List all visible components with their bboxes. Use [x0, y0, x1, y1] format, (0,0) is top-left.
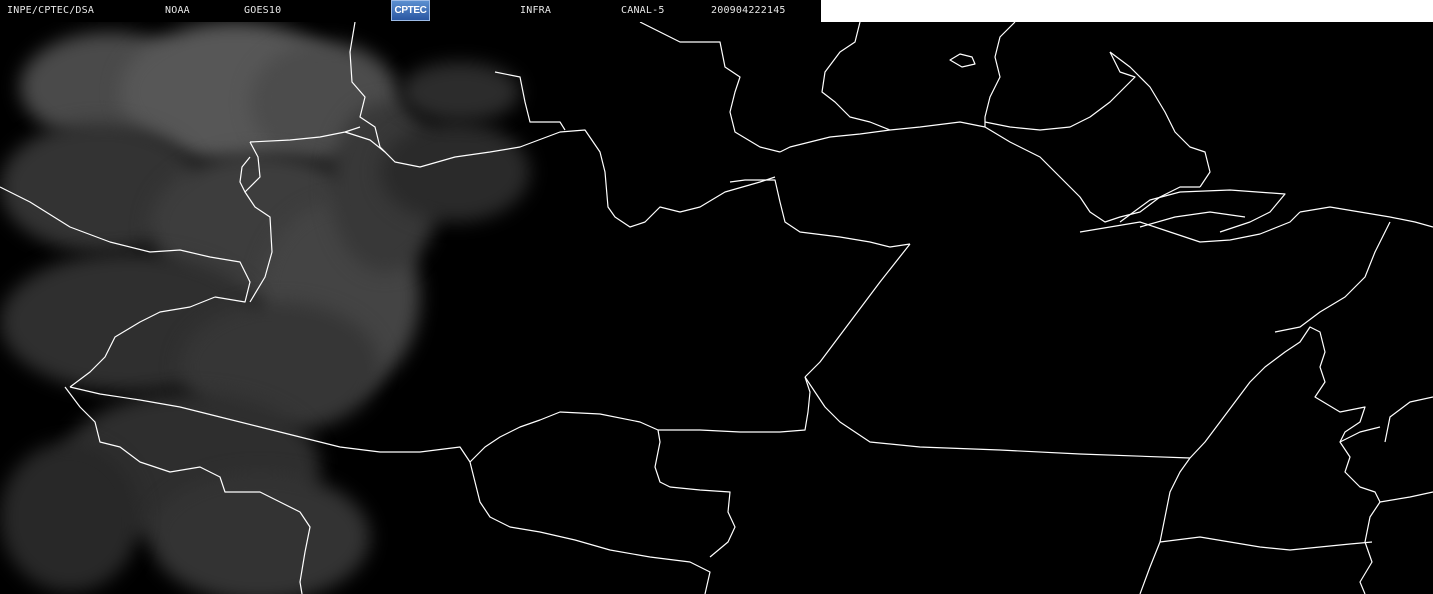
border-venezuela-north	[639, 22, 781, 153]
channel-label: CANAL-5	[621, 5, 665, 16]
border-venezuela-coast	[494, 71, 566, 131]
border-guyana-suriname	[984, 22, 1016, 127]
state-border-tocantins	[1189, 326, 1381, 594]
state-border-mato-grosso	[1139, 457, 1191, 594]
island-outline	[949, 53, 976, 68]
agency-label: NOAA	[165, 5, 190, 16]
satellite-image	[0, 22, 1433, 594]
border-colombia-brazil	[729, 179, 911, 248]
border-ecuador-peru	[0, 186, 251, 303]
border-suriname-guiana	[984, 51, 1136, 131]
band-label: INFRA	[520, 5, 552, 16]
border-peru-south-west	[64, 386, 311, 594]
border-acre-rondonia	[654, 429, 736, 558]
amazon-delta-2	[1139, 211, 1246, 228]
border-colombia-west	[239, 156, 251, 193]
amazon-delta-3	[1079, 211, 1301, 243]
border-colombia-venezuela	[349, 22, 776, 228]
border-peru-brazil	[469, 411, 659, 463]
border-french-guiana-coast	[1109, 51, 1211, 188]
state-border-piaui	[1384, 396, 1433, 443]
cptec-logo-text: CPTEC	[394, 5, 427, 16]
timestamp-label: 200904222145	[711, 5, 786, 16]
state-border-east-1	[1339, 426, 1381, 443]
border-state-para-maranhao	[1274, 221, 1391, 333]
source-label: INPE/CPTEC/DSA	[7, 5, 95, 16]
satellite-label: GOES10	[244, 5, 282, 16]
border-peru-internal	[69, 296, 216, 388]
border-brazil-coast-ne	[1299, 206, 1433, 228]
cptec-logo: CPTEC	[391, 0, 430, 21]
state-border-goias	[1159, 536, 1373, 551]
border-brazil-north	[984, 126, 1200, 223]
state-border-diagonal	[804, 243, 911, 378]
image-header-bar: INPE/CPTEC/DSA NOAA GOES10 CPTEC INFRA C…	[0, 0, 821, 22]
header-blank-area	[821, 0, 1433, 22]
border-peru-bolivia-line	[69, 386, 471, 463]
political-borders-map	[0, 22, 1433, 594]
border-colombia-ecuador	[244, 141, 273, 303]
border-bolivia-brazil	[469, 461, 711, 594]
state-border-bahia	[1379, 491, 1433, 503]
border-colombia-peru-top	[249, 126, 361, 143]
state-border-amazonas-south	[804, 376, 1191, 459]
state-border-acre	[658, 376, 811, 433]
border-guyana	[821, 22, 891, 131]
